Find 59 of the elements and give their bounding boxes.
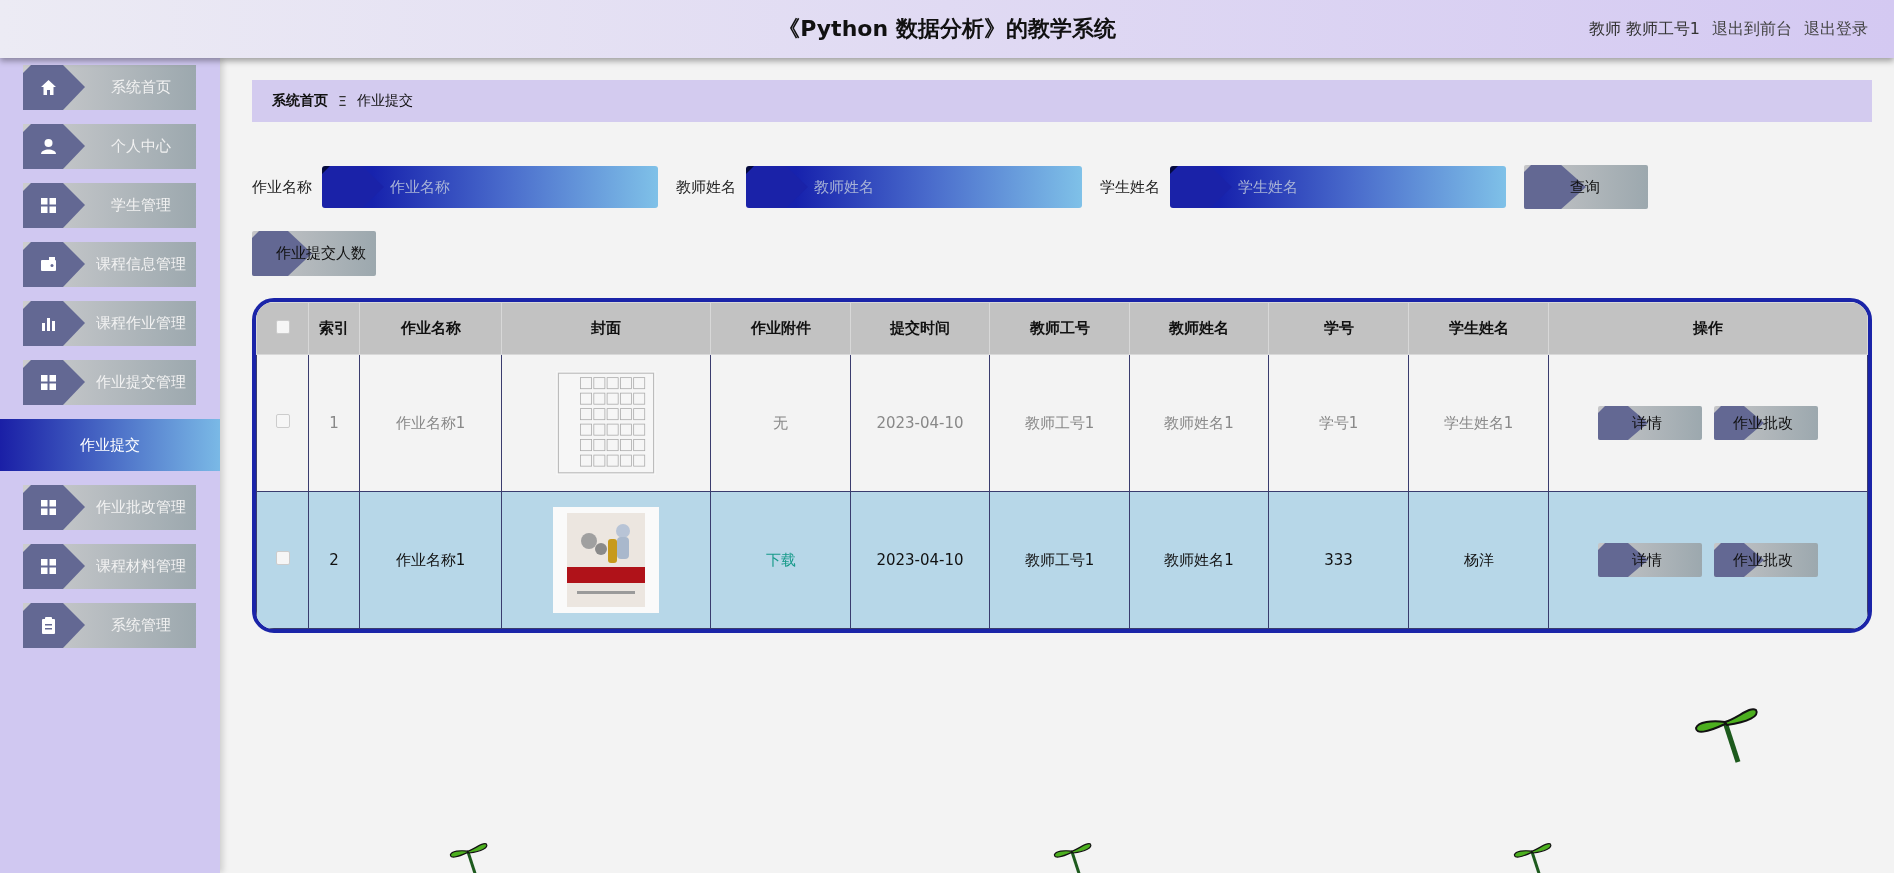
- bar-chart-icon: [40, 315, 57, 332]
- table-row[interactable]: 1 作业名称1 无 2023-04-10 教师工号1 教师姓名1 学号1 学生姓名1 详情 作业批改: [256, 354, 1868, 492]
- breadcrumb-item[interactable]: 作业提交: [356, 92, 413, 110]
- row-checkbox[interactable]: [275, 551, 290, 565]
- row-checkbox[interactable]: [275, 414, 290, 428]
- column-header: 教师工号: [989, 302, 1130, 355]
- wallet-icon: [40, 256, 57, 273]
- header-link[interactable]: 退出登录: [1804, 18, 1868, 40]
- field-label: 学生姓名: [1100, 177, 1160, 197]
- header-link[interactable]: 退出到前台: [1712, 18, 1792, 40]
- column-header: 学生姓名: [1408, 302, 1549, 355]
- grade-button[interactable]: 作业批改: [1714, 543, 1818, 577]
- table-cell: 无: [773, 413, 788, 432]
- column-header: 封面: [501, 302, 711, 355]
- grid-icon: [40, 558, 57, 575]
- table-row[interactable]: 2 作业名称1 下载 2023-04-10 教师工号1 教师姓名1 333 杨洋 详情 作业批改: [256, 491, 1868, 629]
- column-header: 作业名称: [359, 302, 502, 355]
- breadcrumb-item[interactable]: 系统首页: [272, 92, 328, 110]
- search-field[interactable]: 教师姓名: [746, 166, 1082, 208]
- table-cell: 2023-04-10: [876, 414, 964, 432]
- grid-icon: [40, 499, 57, 516]
- table-cell: 教师工号1: [1024, 550, 1095, 569]
- grid-icon: [40, 374, 57, 391]
- column-header: 提交时间: [850, 302, 990, 355]
- table-cell: 333: [1324, 551, 1353, 569]
- clipboard-icon: [40, 617, 57, 634]
- search-field[interactable]: 学生姓名: [1170, 166, 1506, 208]
- search-field[interactable]: 作业名称: [322, 166, 658, 208]
- table-cell: 2023-04-10: [876, 551, 964, 569]
- details-button[interactable]: 详情: [1598, 406, 1702, 440]
- table-cell: 教师姓名1: [1164, 413, 1234, 432]
- column-header: 作业附件: [710, 302, 851, 355]
- app-title: 《Python 数据分析》的教学系统: [778, 15, 1116, 43]
- sidebar-subitem[interactable]: 作业提交: [0, 419, 220, 471]
- table-cell: 教师工号1: [1024, 413, 1095, 432]
- table-cell: 学生姓名1: [1443, 413, 1514, 432]
- table-cell: 作业名称1: [395, 550, 466, 569]
- user-label: 教师 教师工号1: [1588, 18, 1700, 40]
- home-icon: [40, 79, 57, 96]
- details-button[interactable]: 详情: [1598, 543, 1702, 577]
- column-header: 操作: [1548, 302, 1868, 355]
- count-button[interactable]: 作业提交人数: [252, 231, 376, 276]
- table-cell: 作业名称1: [395, 413, 466, 432]
- search-button[interactable]: 查询: [1524, 165, 1648, 209]
- column-header: 索引: [308, 302, 360, 355]
- table-cell: 教师姓名1: [1164, 550, 1234, 569]
- field-label: 作业名称: [252, 177, 312, 197]
- table-cell: 1: [329, 414, 339, 432]
- table-cell: 2: [329, 551, 339, 569]
- select-all-checkbox[interactable]: [275, 319, 290, 334]
- user-icon: [40, 138, 57, 155]
- grid-icon: [40, 197, 57, 214]
- column-header: 学号: [1268, 302, 1409, 355]
- grade-button[interactable]: 作业批改: [1714, 406, 1818, 440]
- table-cell: 杨洋: [1463, 550, 1494, 569]
- breadcrumb-separator: Ξ: [338, 93, 347, 109]
- table-cell: 学号1: [1318, 413, 1359, 432]
- field-label: 教师姓名: [676, 177, 736, 197]
- column-header: 教师姓名: [1129, 302, 1269, 355]
